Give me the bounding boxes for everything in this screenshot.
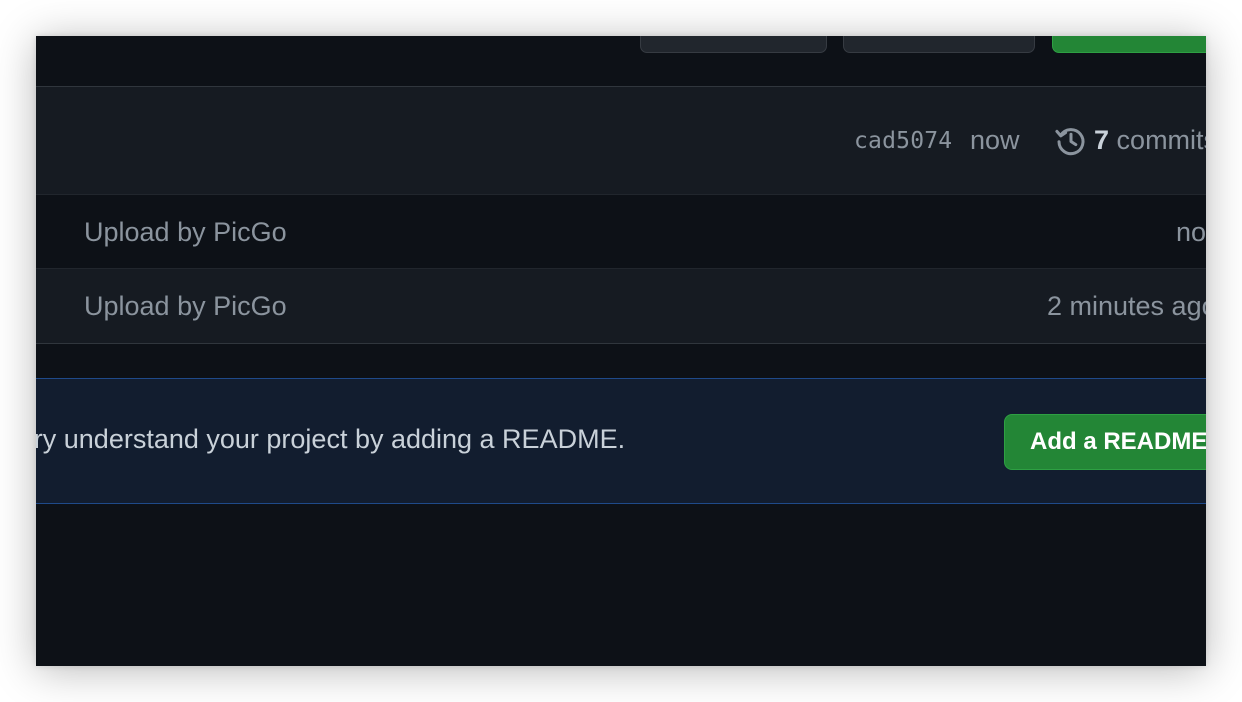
commits-count: 7: [1094, 125, 1110, 155]
file-row: Upload by PicGo 2 minutes ago: [36, 269, 1206, 343]
commit-sha-link[interactable]: cad5074: [854, 128, 952, 154]
commit-time: now: [970, 125, 1020, 155]
readme-banner: Help people interested in this repositor…: [36, 378, 1206, 504]
commit-message-link[interactable]: Upload by PicGo: [84, 217, 287, 248]
history-icon[interactable]: [1053, 123, 1089, 159]
readme-banner-text: Help people interested in this repositor…: [36, 424, 626, 454]
add-readme-button[interactable]: Add a README: [1004, 414, 1206, 470]
commit-age: 2 minutes ago: [1047, 291, 1206, 321]
header-button-2[interactable]: [843, 36, 1035, 53]
file-table: cad5074 now 7 commits Upload by PicGo no…: [36, 86, 1206, 344]
commit-message-link[interactable]: Upload by PicGo: [84, 291, 287, 322]
latest-commit-bar: cad5074 now 7 commits: [36, 87, 1206, 195]
file-row: Upload by PicGo now: [36, 195, 1206, 269]
commit-age: now: [1176, 217, 1206, 247]
header-button-1[interactable]: [640, 36, 827, 53]
header-button-3[interactable]: [1052, 36, 1206, 53]
repository-window: cad5074 now 7 commits Upload by PicGo no…: [36, 36, 1206, 666]
commits-label: commits: [1116, 125, 1206, 155]
commits-link[interactable]: 7 commits: [1094, 125, 1206, 156]
